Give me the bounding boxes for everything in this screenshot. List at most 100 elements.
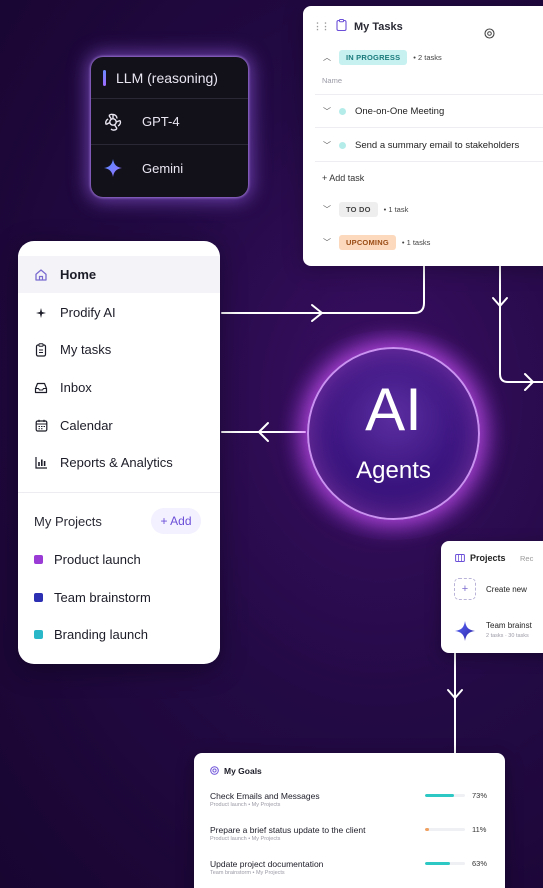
sidebar: Home Prodify AI My tasks Inbox Calendar … [18, 241, 220, 664]
group-upcoming[interactable]: ﹀ UPCOMING • 1 tasks [323, 235, 430, 250]
tasks-card-header: ⋮⋮ My Tasks [313, 19, 403, 34]
my-tasks-card: ⋮⋮ My Tasks ︿ IN PROGRESS • 2 tasks Name… [303, 6, 543, 266]
todo-count: • 1 task [383, 205, 409, 214]
divider [315, 94, 543, 95]
inbox-icon [34, 381, 48, 395]
goal-progress-fill [425, 794, 455, 797]
task-status-dot[interactable] [339, 108, 346, 115]
bar-chart-icon [34, 456, 48, 470]
project-color-swatch [34, 593, 43, 602]
sidebar-item-calendar[interactable]: Calendar [18, 407, 220, 444]
goal-progress-fill [425, 862, 451, 865]
sidebar-project-branding-launch[interactable]: Branding launch [34, 627, 148, 642]
drag-handle-icon[interactable]: ⋮⋮ [313, 21, 330, 32]
goal-name[interactable]: Prepare a brief status update to the cli… [210, 825, 365, 835]
folder-icon [455, 553, 465, 564]
project-color-swatch [34, 555, 43, 564]
llm-card-title: LLM (reasoning) [116, 69, 218, 86]
sidebar-item-home[interactable]: Home [18, 256, 220, 293]
llm-option-label: Gemini [142, 160, 184, 176]
create-new-project[interactable]: Create new [486, 585, 527, 594]
status-badge-upcoming: UPCOMING [339, 235, 396, 250]
task-row[interactable]: ﹀ One-on-One Meeting [323, 106, 444, 117]
goal-percent: 63% [472, 859, 488, 868]
orb-title: AI [365, 376, 422, 443]
goal-percent: 11% [472, 825, 487, 834]
goals-card-title: My Goals [224, 766, 262, 776]
in-progress-count-text: 2 tasks [418, 53, 442, 62]
sidebar-item-label: Inbox [60, 380, 92, 395]
llm-option-label: GPT-4 [142, 114, 180, 129]
projects-card: Projects Rec + Create new Team brainst 2… [441, 541, 543, 653]
column-header-name: Name [322, 76, 343, 85]
goal-meta: Team brainstorm • My Projects [210, 870, 285, 876]
sidebar-item-label: Prodify AI [60, 305, 116, 320]
llm-option-gpt4[interactable]: GPT-4 [91, 99, 248, 145]
sidebar-item-label: Reports & Analytics [60, 455, 173, 470]
project-item-meta: 2 tasks · 30 tasks [486, 633, 529, 639]
goal-percent: 73% [472, 791, 488, 800]
gemini-sparkle-icon [102, 157, 124, 179]
chevron-up-icon[interactable]: ︿ [323, 52, 331, 63]
goal-progress-fill [425, 828, 430, 831]
clipboard-icon [34, 342, 48, 357]
goal-progress-bar [425, 794, 465, 797]
orb-subtitle: Agents [356, 457, 431, 484]
task-status-dot[interactable] [339, 142, 346, 149]
projects-card-title: Projects [470, 553, 506, 563]
task-name[interactable]: Send a summary email to stakeholders [355, 140, 519, 151]
goal-progress-bar [425, 828, 465, 831]
sidebar-item-label: My tasks [60, 342, 112, 357]
upcoming-count: • 1 tasks [401, 238, 431, 247]
group-todo[interactable]: ﹀ TO DO • 1 task [323, 202, 408, 217]
my-projects-heading: My Projects [34, 514, 102, 529]
chevron-down-icon[interactable]: ﹀ [323, 140, 331, 151]
sidebar-item-label: Home [60, 267, 97, 282]
sidebar-project-team-brainstorm[interactable]: Team brainstorm [34, 590, 151, 605]
todo-count-text: 1 task [388, 205, 409, 214]
goal-meta: Product launch • My Projects [210, 836, 281, 842]
project-star-icon [454, 620, 476, 644]
status-badge-in-progress: IN PROGRESS [339, 50, 408, 65]
goal-name[interactable]: Check Emails and Messages [210, 791, 320, 801]
in-progress-count: • 2 tasks [413, 53, 442, 62]
llm-option-gemini[interactable]: Gemini [91, 145, 248, 191]
ai-agents-orb: AI Agents [307, 347, 480, 520]
upcoming-count-text: 1 tasks [406, 238, 431, 247]
divider [315, 127, 543, 128]
my-goals-card: My Goals Check Emails and Messages Produ… [194, 753, 505, 888]
clipboard-icon [336, 19, 347, 34]
task-row[interactable]: ﹀ Send a summary email to stakeholders [323, 140, 519, 151]
project-label: Team brainstorm [54, 590, 151, 605]
sidebar-item-prodify-ai[interactable]: Prodify AI [18, 294, 220, 331]
project-color-swatch [34, 630, 43, 639]
sidebar-item-inbox[interactable]: Inbox [18, 369, 220, 406]
llm-card-header: LLM (reasoning) [91, 57, 248, 99]
sidebar-item-label: Calendar [60, 418, 113, 433]
create-project-plus-icon[interactable]: + [454, 578, 476, 600]
goal-meta: Product launch • My Projects [210, 802, 281, 808]
sidebar-item-reports[interactable]: Reports & Analytics [18, 444, 220, 481]
goal-name[interactable]: Update project documentation [210, 859, 323, 869]
sidebar-project-product-launch[interactable]: Product launch [34, 552, 141, 567]
calendar-icon [34, 419, 48, 433]
add-task-button[interactable]: + Add task [322, 173, 364, 183]
chevron-down-icon[interactable]: ﹀ [323, 106, 331, 117]
group-in-progress[interactable]: ︿ IN PROGRESS • 2 tasks [323, 50, 442, 65]
chevron-down-icon[interactable]: ﹀ [323, 204, 331, 215]
project-label: Product launch [54, 552, 141, 567]
goal-progress-bar [425, 862, 465, 865]
status-badge-todo: TO DO [339, 202, 378, 217]
project-item-title[interactable]: Team brainst [486, 621, 532, 630]
settings-icon[interactable] [484, 28, 495, 41]
sidebar-item-my-tasks[interactable]: My tasks [18, 331, 220, 368]
add-project-button[interactable]: + Add [151, 508, 201, 534]
accent-bar [103, 69, 106, 86]
divider [315, 161, 543, 162]
task-name[interactable]: One-on-One Meeting [355, 106, 444, 117]
tasks-card-title: My Tasks [354, 20, 403, 33]
sparkle-icon [34, 306, 48, 320]
projects-tab-recent[interactable]: Rec [520, 554, 533, 563]
chevron-down-icon[interactable]: ﹀ [323, 237, 331, 248]
home-icon [34, 268, 48, 282]
